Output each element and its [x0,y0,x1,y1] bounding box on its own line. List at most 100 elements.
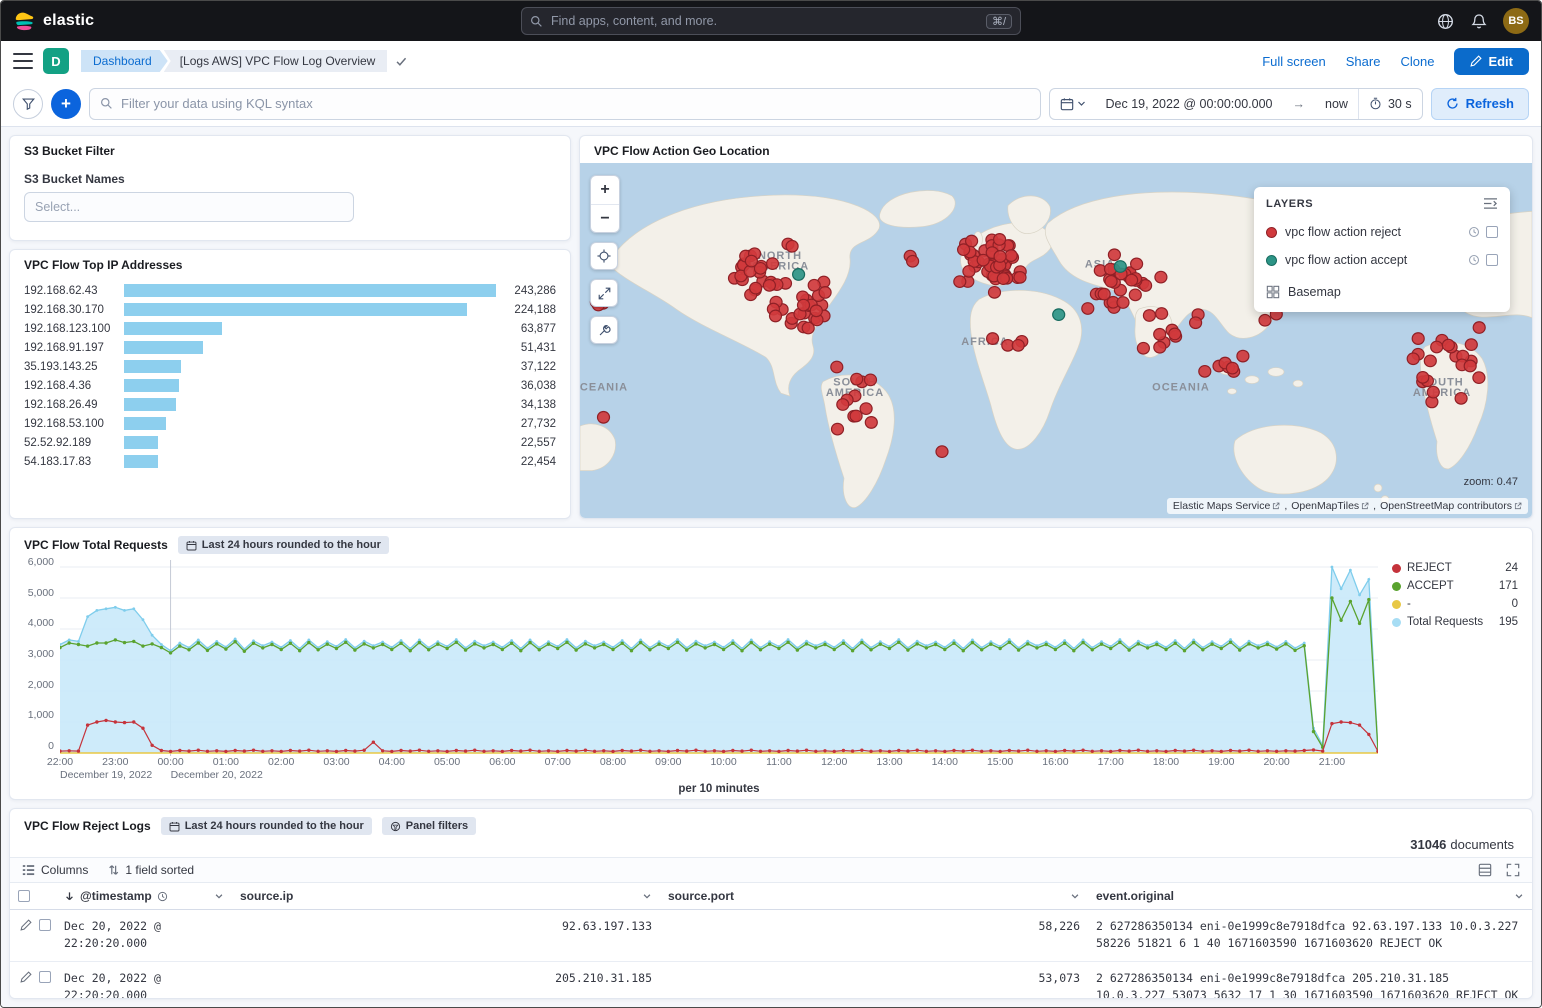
map-dot-reject[interactable] [1226,362,1238,374]
map-dot-reject[interactable] [1473,322,1485,334]
map-tools-button[interactable] [590,316,618,344]
help-globe-icon[interactable] [1435,11,1455,31]
map-dot-reject[interactable] [865,417,877,429]
ip-bar[interactable] [124,455,158,468]
map-dot-reject[interactable] [808,279,820,291]
ip-bar[interactable] [124,284,496,297]
date-range-start[interactable]: Dec 19, 2022 @ 00:00:00.000 [1096,89,1283,119]
map-dot-reject[interactable] [763,280,775,292]
attribution-link[interactable]: Elastic Maps Service [1173,500,1280,512]
map-dot-reject[interactable] [831,361,843,373]
ip-bar[interactable] [124,322,222,335]
map-dot-reject[interactable] [865,374,877,386]
map-dot-reject[interactable] [1417,372,1429,384]
row-checkbox[interactable] [39,971,51,983]
map-dot-reject[interactable] [770,310,782,322]
layer-item-reject[interactable]: vpc flow action reject [1254,218,1510,246]
map-dot-reject[interactable] [745,255,757,267]
map-dot-reject[interactable] [994,234,1006,246]
map-dot-reject[interactable] [837,399,849,411]
map-dot-reject[interactable] [786,240,798,252]
map-dot-reject[interactable] [907,255,919,267]
map-dot-accept[interactable] [793,269,805,281]
map-dot-reject[interactable] [1412,333,1424,345]
layer-item-basemap[interactable]: Basemap [1254,276,1510,308]
map-dot-reject[interactable] [598,412,610,424]
menu-button[interactable] [13,53,33,69]
map-locate-button[interactable] [590,242,618,270]
ip-bar[interactable] [124,436,158,449]
expand-row-icon[interactable] [20,971,32,983]
column-header-source-ip[interactable]: source.ip [232,883,660,909]
map-dot-reject[interactable] [1117,297,1129,309]
expand-row-icon[interactable] [20,919,32,931]
map-canvas[interactable]: NORTHAMERICASOUTHAMERICAAFRICAASIAOCEANI… [580,163,1532,518]
column-header-event-original[interactable]: event.original [1088,883,1532,909]
map-dot-reject[interactable] [1012,340,1024,352]
elastic-logo[interactable]: elastic [13,10,94,32]
map-dot-reject[interactable] [1098,288,1110,300]
map-dot-reject[interactable] [1424,355,1436,367]
layer-item-accept[interactable]: vpc flow action accept [1254,246,1510,274]
ip-bar[interactable] [124,379,179,392]
map-dot-reject[interactable] [1156,308,1168,320]
column-header--timestamp[interactable]: @timestamp [56,883,232,909]
map-dot-reject[interactable] [1154,329,1166,341]
attribution-link[interactable]: OpenMapTiles [1291,500,1369,512]
time-series-plot[interactable] [60,560,1378,756]
map-dot-reject[interactable] [1143,310,1155,322]
map-dot-reject[interactable] [750,282,762,294]
map-dot-reject[interactable] [802,322,814,334]
refresh-interval-button[interactable]: 30 s [1358,89,1422,119]
select-all-checkbox[interactable] [18,890,30,902]
map-dot-reject[interactable] [1108,249,1120,261]
refresh-button[interactable]: Refresh [1431,88,1529,120]
saved-query-filter-button[interactable] [13,89,43,119]
map-dot-reject[interactable] [1259,314,1271,326]
row-checkbox[interactable] [39,919,51,931]
sort-fields-button[interactable]: 1 field sorted [108,863,194,877]
legend-item[interactable]: Total Requests195 [1392,616,1518,628]
edit-button[interactable]: Edit [1454,48,1529,75]
map-dot-reject[interactable] [1105,276,1117,288]
map-dot-accept[interactable] [1114,261,1126,273]
time-range-badge[interactable]: Last 24 hours rounded to the hour [161,817,372,835]
add-filter-button[interactable]: + [51,89,81,119]
map-dot-reject[interactable] [1169,328,1181,340]
user-avatar[interactable]: BS [1503,8,1529,34]
map-dot-reject[interactable] [1473,372,1485,384]
map-dot-reject[interactable] [1155,271,1167,283]
map-dot-reject[interactable] [1465,339,1477,351]
full-screen-link[interactable]: Full screen [1262,54,1326,69]
map-fit-bounds-button[interactable] [590,279,618,307]
panel-filters-badge[interactable]: Panel filters [382,817,476,835]
kql-filter-input[interactable] [121,96,1030,111]
map-dot-reject[interactable] [832,423,844,435]
clone-link[interactable]: Clone [1400,54,1434,69]
map-dot-reject[interactable] [1442,339,1454,351]
map-dot-reject[interactable] [1431,341,1443,353]
map-dot-reject[interactable] [1082,303,1094,315]
map-dot-reject[interactable] [1126,274,1138,286]
space-badge[interactable]: D [43,48,69,74]
attribution-link[interactable]: OpenStreetMap contributors [1380,500,1522,512]
date-range-end[interactable]: now [1315,89,1358,119]
ip-bar[interactable] [124,303,467,316]
map-dot-reject[interactable] [1014,272,1026,284]
ip-bar[interactable] [124,398,176,411]
map-dot-reject[interactable] [1199,366,1211,378]
fullscreen-grid-button[interactable] [1506,863,1520,877]
collapse-layers-icon[interactable] [1483,197,1498,210]
map-zoom-out-button[interactable]: − [591,204,619,232]
map-dot-reject[interactable] [989,287,1001,299]
calendar-menu-button[interactable] [1050,89,1096,119]
map-dot-reject[interactable] [1154,341,1166,353]
global-search-input[interactable]: Find apps, content, and more. ⌘/ [521,7,1021,35]
map-dot-reject[interactable] [1407,353,1419,365]
map-dot-reject[interactable] [860,403,872,415]
share-link[interactable]: Share [1346,54,1381,69]
map-dot-reject[interactable] [936,446,948,458]
map-dot-reject[interactable] [767,258,779,270]
map-dot-reject[interactable] [1137,342,1149,354]
map-dot-reject[interactable] [798,299,810,311]
